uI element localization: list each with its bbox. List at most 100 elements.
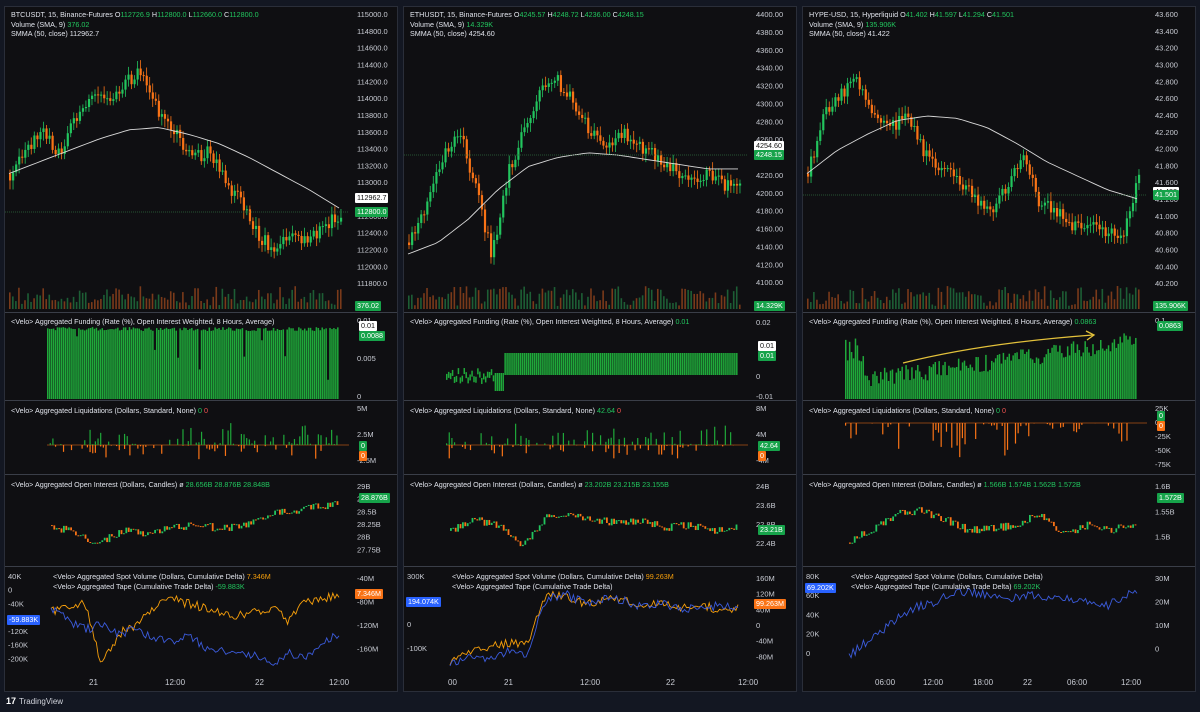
- ohlc-o-value: 41.402: [905, 10, 928, 19]
- oi-candle: [1134, 524, 1137, 526]
- oi-candle: [502, 524, 505, 531]
- liquidation-bar-long: [264, 435, 266, 445]
- price-pane[interactable]: 115000.0 114800.0 114600.0 114400.0 114200.0…: [5, 7, 397, 313]
- cvd-right-axis-label: -80M: [756, 652, 773, 661]
- candle-body: [617, 132, 620, 139]
- funding-bar: [529, 353, 532, 375]
- oi-candle: [55, 528, 58, 530]
- funding-bar: [307, 327, 310, 399]
- funding-bar: [496, 373, 499, 391]
- funding-bar: [1086, 346, 1088, 399]
- oi-candle: [490, 522, 493, 525]
- liquidations-pane[interactable]: 8M4M-4M<Velo> Aggregated Liquidations (D…: [404, 401, 796, 475]
- candle-body: [163, 114, 167, 119]
- volume-bar: [468, 297, 471, 309]
- funding-pane[interactable]: 0.02 0 -0.01 <Velo> Aggregated Funding (Rat…: [404, 313, 796, 401]
- open-interest-pane[interactable]: 1.6B 1.55B 1.5B <Velo> Aggregated Open Inte…: [803, 475, 1195, 567]
- funding-bar: [728, 353, 730, 375]
- candle-body: [568, 91, 572, 97]
- liquidation-bar-short: [1020, 423, 1022, 427]
- cvd-left-axis-label: 0: [806, 649, 810, 658]
- price-pane[interactable]: 43.600 43.400 43.200 43.000 42.800 42.600 42.4…: [803, 7, 1195, 313]
- price-axis-label: 113000.0: [357, 178, 388, 187]
- cvd-legend: <Velo> Aggregated Spot Volume (Dollars, …: [53, 572, 271, 591]
- ohlc-o-value: 112726.9: [120, 10, 150, 19]
- open-interest-value: 28.656B: [185, 480, 213, 489]
- price-pane[interactable]: 4400.00 4380.00 4360.00 4340.00 4320.00 4300.…: [404, 7, 796, 313]
- cvd-left-axis-label: 0: [8, 586, 12, 595]
- volume-bar: [441, 297, 443, 309]
- volume-bar: [127, 293, 130, 309]
- cvd-pane[interactable]: 300K100K0-100K160M120M40M0-40M-80M<Velo>…: [404, 567, 796, 675]
- liquidations-pane[interactable]: 5M2.5M-2.5M<Velo> Aggregated Liquidation…: [5, 401, 397, 475]
- candle-body: [922, 139, 925, 157]
- open-interest-pane[interactable]: 29B28.75B28.5B28.25B28B27.75B<Velo> Aggr…: [5, 475, 397, 567]
- oi-candle: [67, 527, 70, 531]
- volume-bar: [1092, 296, 1095, 309]
- funding-bar: [313, 330, 316, 399]
- oi-candle: [319, 507, 322, 509]
- candle-body: [429, 192, 432, 202]
- chart-panel-2[interactable]: 4400.00 4380.00 4360.00 4340.00 4320.00 4300.…: [403, 6, 797, 692]
- funding-bar: [521, 353, 524, 375]
- funding-bar: [56, 327, 59, 399]
- oi-candle: [132, 528, 135, 530]
- oi-candle: [603, 517, 606, 520]
- liquidation-bar-long: [674, 443, 676, 445]
- liquidation-bar-short: [139, 445, 142, 447]
- funding-bar: [533, 353, 536, 375]
- volume-bar: [647, 288, 650, 309]
- candle-body: [139, 68, 142, 76]
- volume-bar: [270, 293, 272, 309]
- volume-bar: [1022, 295, 1025, 309]
- oi-candle: [627, 522, 630, 525]
- candle-body: [169, 121, 173, 131]
- funding-bar: [78, 328, 80, 399]
- liquidation-bar-long: [94, 441, 96, 445]
- funding-bar: [169, 328, 172, 399]
- liquidation-bar-long: [230, 423, 232, 445]
- candle-body: [148, 85, 151, 93]
- liquidation-bar-long: [698, 444, 700, 445]
- symbol-line: HYPE-USD, 15, Hyperliquid: [809, 10, 899, 19]
- funding-bar: [490, 369, 493, 376]
- funding-pane[interactable]: 0.010.0050<Velo> Aggregated Funding (Rat…: [5, 313, 397, 401]
- candle-body: [1065, 218, 1068, 223]
- liquidation-bar-short: [1113, 423, 1115, 429]
- volume-bar: [568, 295, 571, 309]
- liquidation-bar-long: [607, 438, 610, 445]
- volume-bar: [471, 296, 474, 309]
- candle-body: [876, 114, 880, 119]
- liquidations-pane[interactable]: 25K0-25K-50K-75K<Velo> Aggregated Liquid…: [803, 401, 1195, 475]
- spot-cvd-row: <Velo> Aggregated Spot Volume (Dollars, …: [452, 572, 674, 582]
- funding-bar: [687, 353, 689, 375]
- volume-bar: [635, 298, 638, 309]
- liquidation-bar-short: [932, 423, 934, 441]
- funding-bar: [992, 362, 995, 399]
- open-interest-pane[interactable]: 24B23.6B22.8B22.4B<Velo> Aggregated Open…: [404, 475, 796, 567]
- volume-bar: [819, 304, 821, 309]
- funding-bar: [101, 328, 104, 399]
- tradingview-footer[interactable]: 17 TradingView: [6, 696, 63, 706]
- candle-body: [45, 128, 48, 139]
- liquidation-bar-long: [536, 442, 538, 445]
- volume-bar: [1055, 299, 1058, 309]
- candle-body: [136, 68, 139, 80]
- cvd-pane[interactable]: 40K0-40K-80K-120K-160K-200K-40M-80M-120M…: [5, 567, 397, 675]
- volume-bar: [523, 286, 525, 309]
- chart-panel-1[interactable]: 115000.0 114800.0 114600.0 114400.0 114200.0…: [4, 6, 398, 692]
- oi-candle: [579, 513, 582, 517]
- funding-axis-label: 0.02: [756, 318, 771, 327]
- liquidation-bar-long: [573, 439, 575, 445]
- funding-bar: [498, 373, 501, 391]
- volume-bar: [182, 292, 184, 309]
- cvd-pane[interactable]: 80K 60K 40K 20K 0 30M 20M 10M 0 <Velo> Aggregated…: [803, 567, 1195, 675]
- candle-body: [517, 147, 520, 160]
- oi-candle: [279, 509, 281, 515]
- volume-bar: [124, 299, 126, 309]
- liquidations-axis-label: -50K: [1155, 446, 1171, 455]
- funding-pane[interactable]: 0.1<Velo> Aggregated Funding (Rate (%), …: [803, 313, 1195, 401]
- volume-bar: [901, 303, 903, 309]
- funding-bar: [212, 330, 214, 399]
- chart-panel-3[interactable]: 43.600 43.400 43.200 43.000 42.800 42.600 42.4…: [802, 6, 1196, 692]
